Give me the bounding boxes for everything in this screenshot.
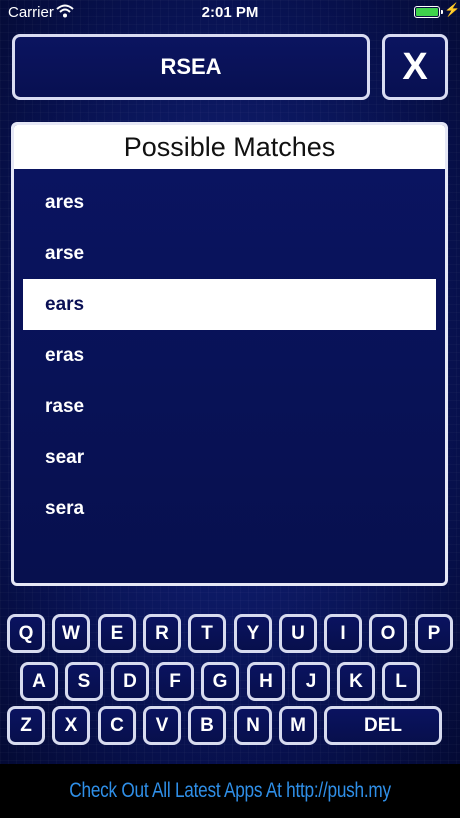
key-t[interactable]: T [188, 614, 226, 653]
key-v[interactable]: V [143, 706, 181, 745]
key-o[interactable]: O [369, 614, 407, 653]
key-h[interactable]: H [247, 662, 285, 701]
key-w[interactable]: W [52, 614, 90, 653]
key-r[interactable]: R [143, 614, 181, 653]
key-z[interactable]: Z [7, 706, 45, 745]
key-c[interactable]: C [98, 706, 136, 745]
charging-bolt-icon: ⚡ [444, 2, 460, 17]
match-item[interactable]: rase [23, 381, 436, 432]
key-s[interactable]: S [65, 662, 103, 701]
match-list: ares arse ears eras rase sear sera [14, 177, 445, 534]
letters-input[interactable]: RSEA [12, 34, 370, 100]
key-l[interactable]: L [382, 662, 420, 701]
match-item[interactable]: ares [23, 177, 436, 228]
match-item[interactable]: arse [23, 228, 436, 279]
status-bar: Carrier 2:01 PM ⚡ [0, 0, 460, 26]
promo-banner[interactable]: Check Out All Latest Apps At http://push… [0, 764, 460, 818]
key-n[interactable]: N [234, 706, 272, 745]
key-f[interactable]: F [156, 662, 194, 701]
key-k[interactable]: K [337, 662, 375, 701]
key-j[interactable]: J [292, 662, 330, 701]
match-item[interactable]: sear [23, 432, 436, 483]
key-a[interactable]: A [20, 662, 58, 701]
matches-header: Possible Matches [14, 125, 445, 169]
match-item[interactable]: sera [23, 483, 436, 534]
clear-button[interactable]: X [382, 34, 448, 100]
match-item[interactable]: ears [23, 279, 436, 330]
key-d[interactable]: D [111, 662, 149, 701]
app-screen: Carrier 2:01 PM ⚡ RSEA X Possible Matche… [0, 0, 460, 764]
key-e[interactable]: E [98, 614, 136, 653]
key-q[interactable]: Q [7, 614, 45, 653]
match-item[interactable]: eras [23, 330, 436, 381]
key-u[interactable]: U [279, 614, 317, 653]
promo-banner-text: Check Out All Latest Apps At http://push… [69, 779, 391, 802]
key-g[interactable]: G [201, 662, 239, 701]
matches-panel: Possible Matches ares arse ears eras rase sea… [11, 122, 448, 586]
key-x[interactable]: X [52, 706, 90, 745]
key-i[interactable]: I [324, 614, 362, 653]
battery-icon [414, 6, 443, 18]
key-y[interactable]: Y [234, 614, 272, 653]
status-time: 2:01 PM [201, 4, 259, 21]
key-m[interactable]: M [279, 706, 317, 745]
key-p[interactable]: P [415, 614, 453, 653]
delete-key[interactable]: DEL [324, 706, 442, 745]
key-b[interactable]: B [188, 706, 226, 745]
